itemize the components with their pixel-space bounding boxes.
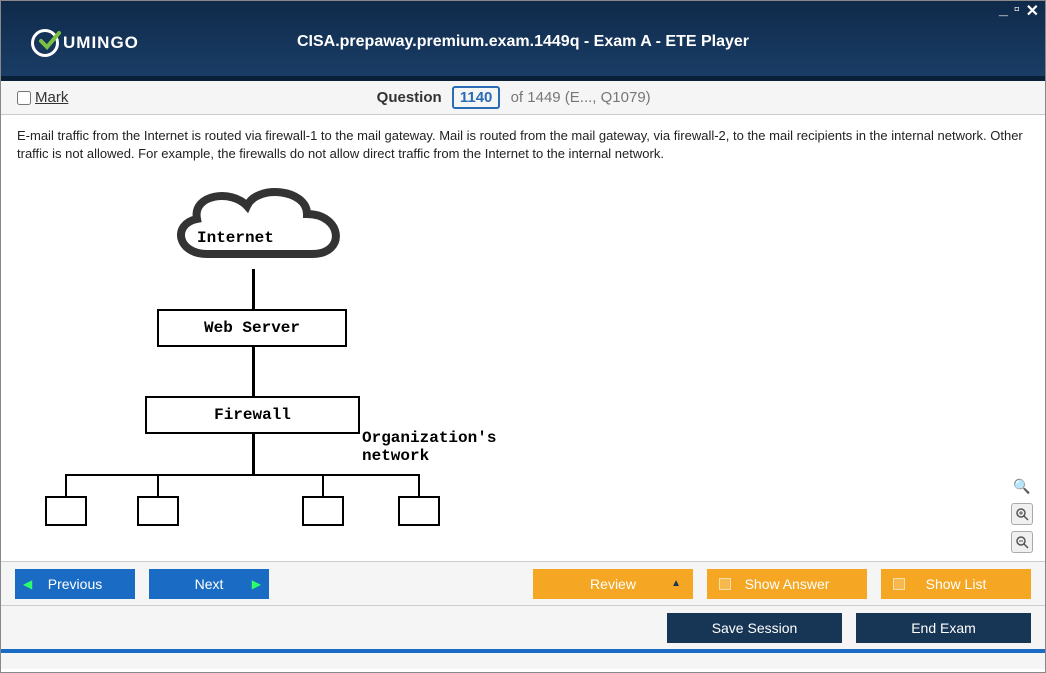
terminal-box	[137, 496, 179, 526]
close-icon[interactable]: ✕	[1026, 1, 1039, 21]
question-header: Mark Question 1140 of 1449 (E..., Q1079)	[1, 81, 1045, 115]
logo-check-icon	[31, 29, 59, 57]
show-answer-button[interactable]: Show Answer	[707, 569, 867, 599]
session-bar: Save Session End Exam	[1, 605, 1045, 649]
terminal-box	[302, 496, 344, 526]
magnifier-icon[interactable]: 🔍	[1011, 475, 1033, 497]
terminal-box	[45, 496, 87, 526]
firewall-box: Firewall	[145, 396, 360, 434]
cloud-icon	[157, 174, 357, 274]
logo-text: UMINGO	[63, 33, 139, 53]
show-list-button[interactable]: Show List	[881, 569, 1031, 599]
question-number-input[interactable]: 1140	[452, 86, 501, 109]
network-diagram: Internet Web Server Firewall Organizatio…	[27, 174, 467, 534]
content-area: E-mail traffic from the Internet is rout…	[1, 115, 1045, 561]
question-total: of 1449 (E..., Q1079)	[511, 89, 651, 106]
question-text: E-mail traffic from the Internet is rout…	[17, 127, 1029, 162]
square-icon	[893, 578, 905, 590]
org-network-label: Organization'snetwork	[362, 429, 496, 465]
square-icon	[719, 578, 731, 590]
question-position: Question 1140 of 1449 (E..., Q1079)	[68, 86, 959, 109]
web-server-box: Web Server	[157, 309, 347, 347]
title-bar: _ ▫ ✕ UMINGO CISA.prepaway.premium.exam.…	[1, 1, 1045, 81]
previous-button[interactable]: ◀Previous	[15, 569, 135, 599]
nav-bar: ◀Previous Next▶ Review▲ Show Answer Show…	[1, 561, 1045, 605]
app-logo: UMINGO	[31, 29, 139, 57]
mark-checkbox[interactable]	[17, 91, 31, 105]
zoom-out-button[interactable]	[1011, 531, 1033, 553]
end-exam-button[interactable]: End Exam	[856, 613, 1031, 643]
question-word: Question	[377, 89, 442, 106]
window-title: CISA.prepaway.premium.exam.1449q - Exam …	[1, 1, 1045, 51]
minimize-icon[interactable]: _	[999, 1, 1008, 21]
mark-label[interactable]: Mark	[35, 89, 68, 106]
save-session-button[interactable]: Save Session	[667, 613, 842, 643]
zoom-controls: 🔍	[1011, 475, 1033, 553]
terminal-box	[398, 496, 440, 526]
zoom-in-button[interactable]	[1011, 503, 1033, 525]
mark-checkbox-wrap: Mark	[17, 89, 68, 106]
review-button[interactable]: Review▲	[533, 569, 693, 599]
internet-label: Internet	[197, 229, 274, 247]
next-button[interactable]: Next▶	[149, 569, 269, 599]
maximize-icon[interactable]: ▫	[1014, 1, 1020, 21]
window-controls: _ ▫ ✕	[999, 1, 1039, 21]
status-bar	[1, 649, 1045, 669]
